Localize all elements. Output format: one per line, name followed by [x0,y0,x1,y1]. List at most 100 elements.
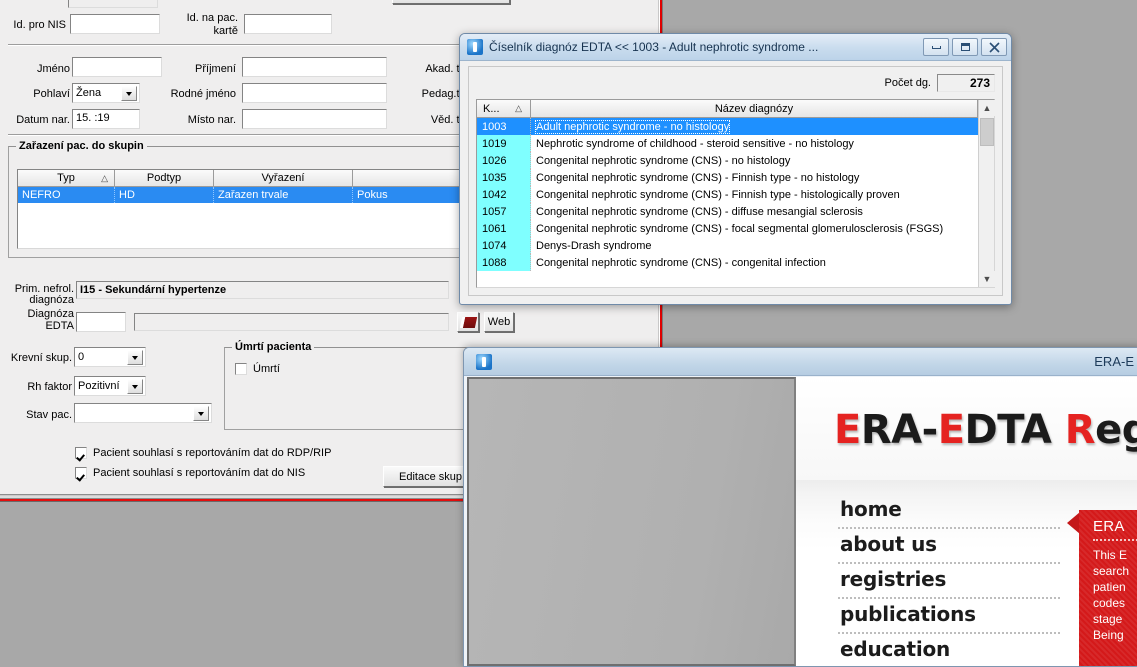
diagnosis-scrollbar[interactable]: ▲ ▼ [978,100,995,287]
groups-col-vyrazeni[interactable]: Vyřazení [214,170,353,187]
id-pro-nis-label: Id. pro NIS [13,19,66,31]
logo-part-0: E [834,407,861,453]
web-button[interactable]: Web [484,312,514,332]
callout-divider [1093,539,1137,541]
top-partial-button[interactable] [392,0,510,4]
scroll-down-icon[interactable]: ▼ [979,271,995,287]
groups-col-podtyp-label: Podtyp [146,172,182,184]
rh-faktor-label: Rh faktor [27,381,72,393]
sort-ascending-icon: △ [515,103,522,113]
scroll-up-icon[interactable]: ▲ [979,100,995,116]
logo-part-1: RA- [860,407,938,453]
list-item[interactable]: 1088 Congenital nephrotic syndrome (CNS)… [477,254,978,271]
minimize-button[interactable] [923,38,949,56]
dialog-title: Číselník diagnóz EDTA << 1003 - Adult ne… [489,40,819,54]
diagnoza-edta-code-input[interactable] [76,312,126,332]
umrti-checkbox[interactable] [235,363,247,375]
list-item[interactable]: 1042 Congenital nephrotic syndrome (CNS)… [477,186,978,203]
diagnosis-code: 1035 [477,169,531,186]
diagnosis-name: Denys-Drash syndrome [536,239,652,252]
book-icon [459,316,477,328]
groups-col-typ-label: Typ [57,172,75,184]
browser-client-area: ERA-EDTA Registry home about us registri… [467,377,1137,666]
cell-vyrazeni: Zařazen trvale [214,187,353,203]
diagnosis-name: Congenital nephrotic syndrome (CNS) - co… [536,256,826,269]
scrollbar-thumb[interactable] [980,118,994,146]
diagnosis-code: 1088 [477,254,531,271]
diagnosis-name: Congenital nephrotic syndrome (CNS) - no… [536,154,791,167]
site-callout-panel: ERA This E search patien codes stage Bei… [1079,510,1137,666]
list-item[interactable]: 1061 Congenital nephrotic syndrome (CNS)… [477,220,978,237]
dialog-body: Počet dg. 273 K... △ Název diagnózy 1003… [468,66,1003,296]
chevron-down-icon[interactable] [127,379,143,394]
diagnosis-name: Congenital nephrotic syndrome (CNS) - di… [536,205,863,218]
browser-titlebar[interactable]: ERA-E [464,348,1137,376]
maximize-button[interactable] [952,38,978,56]
cell-podtyp: HD [115,187,214,203]
website-content: ERA-EDTA Registry home about us registri… [796,377,1137,666]
diagnosis-count-row: Počet dg. 273 [885,74,995,92]
list-item[interactable]: 1019 Nephrotic syndrome of childhood - s… [477,135,978,152]
id-na-pac-karte-label-line1: Id. na pac. [186,12,238,24]
callout-line-0: This E [1093,548,1128,562]
nav-item-publications[interactable]: publications [838,599,1060,634]
misto-nar-input[interactable] [242,109,387,129]
id-na-pac-karte-label-line2: kartě [213,25,238,37]
consent-nis-row[interactable]: Pacient souhlasí s reportováním dat do N… [75,467,305,479]
diagnosis-grid-rows: K... △ Název diagnózy 1003 Adult nephrot… [477,100,978,287]
groups-col-podtyp[interactable]: Podtyp [115,170,214,187]
nav-item-education[interactable]: education [838,634,1060,666]
diagnosis-count-label: Počet dg. [884,77,931,89]
diagnosis-col-code[interactable]: K... △ [477,100,531,118]
logo-part-4: R [1064,407,1096,453]
nav-item-registries[interactable]: registries [838,564,1060,599]
rodne-jmeno-input[interactable] [242,83,387,103]
list-item[interactable]: 1003 Adult nephrotic syndrome - no histo… [477,118,978,135]
list-item[interactable]: 1035 Congenital nephrotic syndrome (CNS)… [477,169,978,186]
pohlavi-select[interactable]: Žena [72,83,140,103]
consent-nis-checkbox[interactable] [75,467,87,479]
rh-faktor-select[interactable]: Pozitivní [74,376,146,396]
krevni-skup-select[interactable]: 0 [74,347,146,367]
diagnosis-name: Adult nephrotic syndrome - no histology [531,118,978,135]
top-partial-field[interactable] [68,0,158,8]
id-pro-nis-input[interactable] [70,14,160,34]
edta-codebook-button[interactable] [457,312,479,332]
consent-rdp-rip-row[interactable]: Pacient souhlasí s reportováním dat do R… [75,447,331,459]
close-button[interactable] [981,38,1007,56]
datum-nar-input[interactable]: 15. :19 [72,109,140,129]
groups-col-vyrazeni-label: Vyřazení [261,172,305,184]
stav-pac-select[interactable] [74,403,212,423]
diagnosis-grid[interactable]: K... △ Název diagnózy 1003 Adult nephrot… [476,99,995,288]
death-groupbox-title: Úmrtí pacienta [232,341,315,353]
diagnosis-col-name[interactable]: Název diagnózy [531,100,978,118]
nav-item-home[interactable]: home [838,494,1060,529]
jmeno-label: Jméno [36,63,70,75]
cell-typ: NEFRO [18,187,115,203]
rodne-jmeno-label: Rodné jméno [170,88,236,100]
id-na-pac-karte-input[interactable] [244,14,332,34]
prijmeni-input[interactable] [242,57,387,77]
diagnosis-name-text: Adult nephrotic syndrome - no histology [534,119,731,134]
list-item[interactable]: 1057 Congenital nephrotic syndrome (CNS)… [477,203,978,220]
diagnosis-name: Nephrotic syndrome of childhood - steroi… [536,137,854,150]
prim-nefrol-diagnoza-value[interactable]: I15 - Sekundární hypertenze [76,281,449,299]
pedag-titul-label: Pedag.ti [421,88,462,100]
diagnosis-name: Congenital nephrotic syndrome (CNS) - Fi… [536,171,860,184]
jmeno-input[interactable] [72,57,162,77]
datum-nar-label: Datum nar. [16,114,70,126]
groups-col-typ[interactable]: Typ △ [18,170,115,187]
browser-title: ERA-E [1094,354,1134,369]
list-item[interactable]: 1026 Congenital nephrotic syndrome (CNS)… [477,152,978,169]
consent-rdp-rip-checkbox[interactable] [75,447,87,459]
diagnoza-edta-label-line1: Diagnóza [27,308,74,320]
dialog-titlebar[interactable]: Číselník diagnóz EDTA << 1003 - Adult ne… [460,34,1011,61]
chevron-down-icon[interactable] [121,86,137,101]
callout-title: ERA [1093,518,1125,535]
nav-item-about-us[interactable]: about us [838,529,1060,564]
chevron-down-icon[interactable] [127,350,143,365]
list-item[interactable]: 1074 Denys-Drash syndrome [477,237,978,254]
chevron-down-icon[interactable] [193,406,209,421]
umrti-checkbox-row[interactable]: Úmrtí [235,363,280,375]
krevni-skup-value: 0 [78,351,85,363]
